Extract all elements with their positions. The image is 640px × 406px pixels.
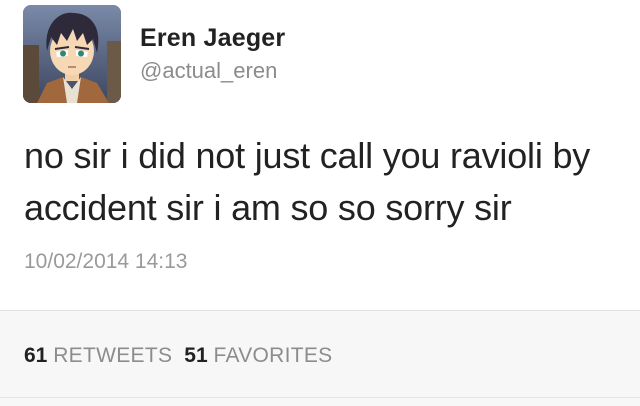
tweet-text: no sir i did not just call you ravioli b… xyxy=(24,135,591,228)
retweets-count: 61 xyxy=(24,344,48,367)
favorites-count: 51 xyxy=(184,344,208,367)
display-name[interactable]: Eren Jaeger xyxy=(140,24,285,53)
stats-bar: 61 RETWEETS 51 FAVORITES xyxy=(0,311,640,406)
avatar[interactable] xyxy=(23,5,121,103)
retweets-stat[interactable]: 61 RETWEETS xyxy=(24,344,172,368)
bottom-divider xyxy=(0,397,640,398)
stats-row: 61 RETWEETS 51 FAVORITES xyxy=(24,344,344,368)
user-handle[interactable]: @actual_eren xyxy=(140,58,277,84)
favorites-stat[interactable]: 51 FAVORITES xyxy=(184,344,332,368)
tweet-timestamp: 10/02/2014 14:13 xyxy=(24,250,188,273)
retweets-label: RETWEETS xyxy=(53,344,173,367)
tweet-card: Eren Jaeger @actual_eren no sir i did no… xyxy=(0,0,640,310)
favorites-label: FAVORITES xyxy=(213,344,333,367)
